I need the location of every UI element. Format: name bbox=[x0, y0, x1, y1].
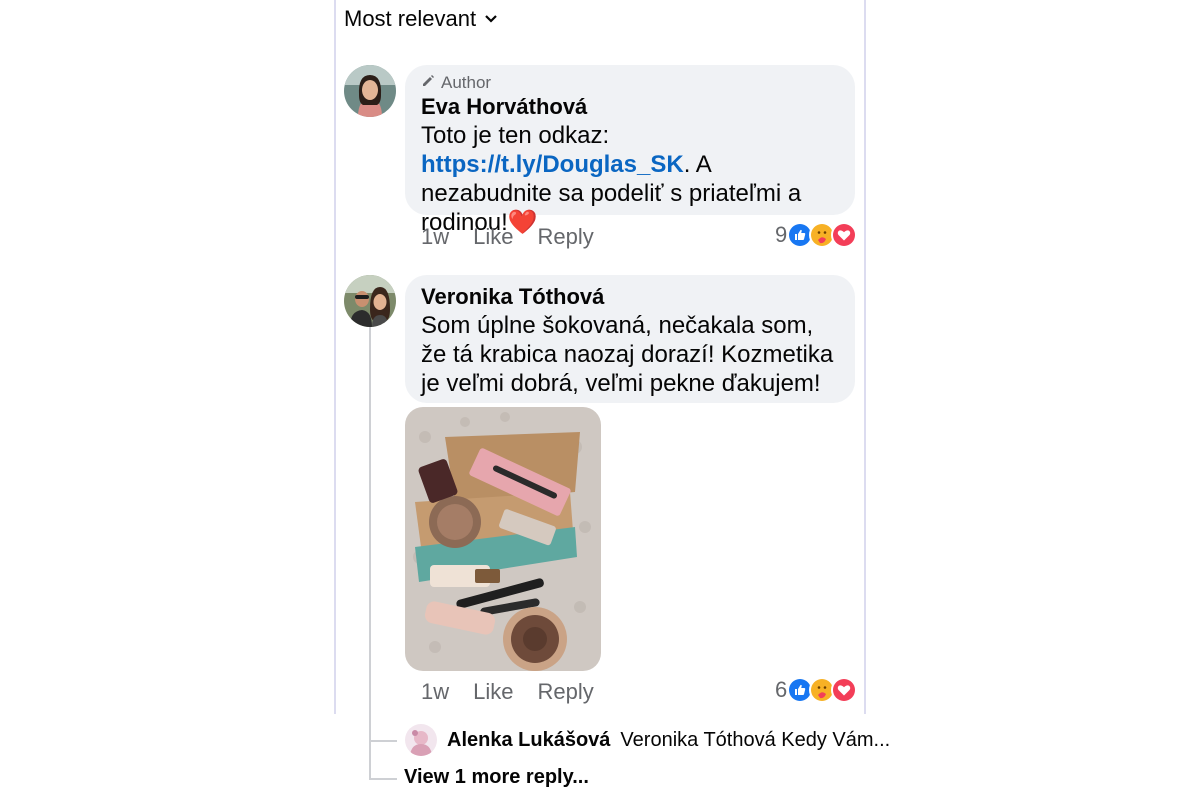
reply-button[interactable]: Reply bbox=[537, 224, 593, 250]
reply-preview[interactable]: Alenka Lukášová Veronika Tóthová Kedy Vá… bbox=[405, 724, 890, 756]
author-badge: Author bbox=[421, 73, 839, 93]
view-more-replies-link[interactable]: View 1 more reply... bbox=[404, 766, 589, 789]
thread-line-branch-more bbox=[369, 778, 397, 780]
sort-dropdown[interactable]: Most relevant bbox=[344, 6, 498, 32]
love-icon bbox=[831, 677, 858, 703]
pencil-icon bbox=[421, 73, 435, 93]
comment-time[interactable]: 1w bbox=[421, 679, 449, 705]
reply-author-name[interactable]: Alenka Lukášová bbox=[447, 729, 610, 752]
love-icon bbox=[831, 222, 858, 248]
avatar-alenka[interactable] bbox=[405, 724, 437, 756]
comment-text: Toto je ten odkaz: https://t.ly/Douglas_… bbox=[421, 121, 839, 237]
comment-author-name[interactable]: Veronika Tóthová bbox=[421, 283, 839, 311]
panel-border-right bbox=[864, 0, 866, 714]
reaction-count: 6 bbox=[775, 677, 788, 702]
reply-button[interactable]: Reply bbox=[537, 679, 593, 705]
thread-line-branch-reply bbox=[369, 740, 397, 742]
panel-border-left bbox=[334, 0, 336, 714]
like-button[interactable]: Like bbox=[473, 679, 513, 705]
comment-actions: 1w Like Reply bbox=[421, 224, 594, 250]
reactions-summary[interactable]: 6 bbox=[775, 677, 858, 703]
reply-text: Veronika Tóthová Kedy Vám... bbox=[620, 728, 891, 751]
avatar-eva[interactable] bbox=[344, 65, 396, 117]
comment-text: Som úplne šokovaná, nečakala som, že tá … bbox=[421, 312, 834, 397]
comment-bubble: Author Eva Horváthová Toto je ten odkaz:… bbox=[405, 65, 855, 236]
reactions-summary[interactable]: 9 bbox=[775, 222, 858, 248]
sort-label: Most relevant bbox=[344, 6, 477, 31]
like-button[interactable]: Like bbox=[473, 224, 513, 250]
avatar-veronika[interactable] bbox=[344, 275, 396, 327]
comment-text-before: Toto je ten odkaz: bbox=[421, 122, 610, 149]
comment-author-name[interactable]: Eva Horváthová bbox=[421, 93, 839, 121]
author-tag-label: Author bbox=[441, 73, 492, 92]
thread-line-vertical bbox=[369, 326, 371, 746]
comment-time[interactable]: 1w bbox=[421, 224, 449, 250]
thread-line-vertical-lower bbox=[369, 746, 371, 778]
comment-bubble: Veronika Tóthová Som úplne šokovaná, neč… bbox=[405, 275, 855, 403]
comment-photo[interactable] bbox=[405, 407, 601, 671]
reaction-count: 9 bbox=[775, 222, 788, 247]
chevron-down-icon bbox=[484, 6, 498, 32]
comment-actions: 1w Like Reply bbox=[421, 679, 594, 705]
comment-link[interactable]: https://t.ly/Douglas_SK bbox=[421, 151, 684, 178]
